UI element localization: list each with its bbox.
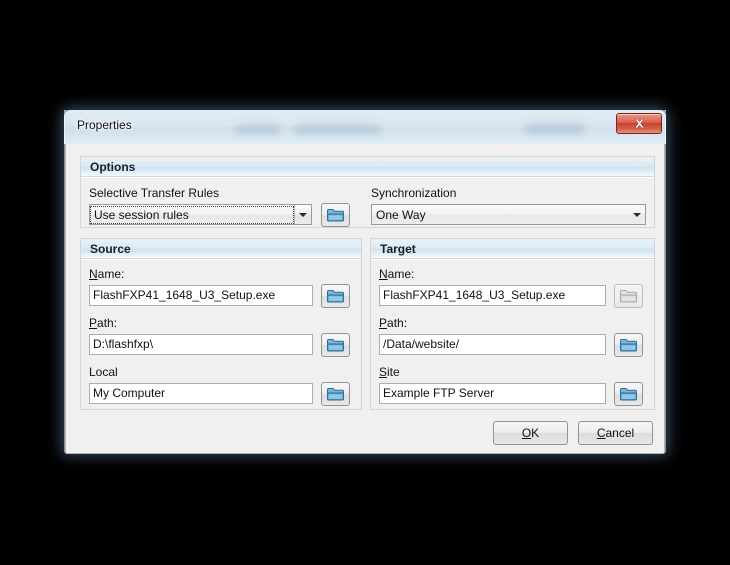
target-site-browse-button[interactable] <box>614 382 643 406</box>
options-group-body: Selective Transfer Rules Use session rul… <box>81 178 654 227</box>
selective-transfer-rules-browse-button[interactable] <box>321 203 350 227</box>
target-site-input[interactable]: Example FTP Server <box>379 383 606 404</box>
target-path-input[interactable]: /Data/website/ <box>379 334 606 355</box>
source-group-title: Source <box>90 241 131 256</box>
source-local-input[interactable]: My Computer <box>89 383 313 404</box>
synchronization-label: Synchronization <box>371 186 457 200</box>
source-group-body: Name: FlashFXP41_1648_U3_Setup.exe Path:… <box>81 260 361 409</box>
folder-icon <box>620 388 637 401</box>
source-name-browse-button[interactable] <box>321 284 350 308</box>
options-group: Options Selective Transfer Rules Use ses… <box>80 156 655 228</box>
folder-icon <box>327 290 344 303</box>
ok-button-label: OK <box>521 426 540 440</box>
synchronization-value: One Way <box>376 207 426 222</box>
source-local-browse-button[interactable] <box>321 382 350 406</box>
source-path-browse-button[interactable] <box>321 333 350 357</box>
cancel-button-label: Cancel <box>596 426 635 440</box>
source-local-label: Local <box>89 365 118 379</box>
dialog-title: Properties <box>77 118 132 132</box>
options-group-header: Options <box>81 157 654 177</box>
target-site-label: Site <box>379 365 400 379</box>
target-group-body: Name: FlashFXP41_1648_U3_Setup.exe Path:… <box>371 260 654 409</box>
folder-icon <box>327 388 344 401</box>
dialog-titlebar[interactable]: Properties <box>65 111 665 144</box>
target-path-label: Path: <box>379 316 408 330</box>
folder-icon-disabled <box>620 290 637 303</box>
target-name-browse-button <box>614 284 643 308</box>
target-name-label: Name: <box>379 267 415 281</box>
source-path-input[interactable]: D:\flashfxp\ <box>89 334 313 355</box>
target-path-browse-button[interactable] <box>614 333 643 357</box>
source-group: Source Name: FlashFXP41_1648_U3_Setup.ex… <box>80 238 362 410</box>
options-group-title: Options <box>90 159 136 174</box>
folder-icon <box>620 339 637 352</box>
source-name-label: Name: <box>89 267 125 281</box>
ok-button[interactable]: OK <box>493 421 568 445</box>
source-group-header: Source <box>81 239 361 259</box>
cancel-button[interactable]: Cancel <box>578 421 653 445</box>
close-window-button[interactable] <box>616 113 662 134</box>
source-name-input[interactable]: FlashFXP41_1648_U3_Setup.exe <box>89 285 313 306</box>
source-path-label: Path: <box>89 316 118 330</box>
folder-icon <box>327 339 344 352</box>
chevron-down-icon[interactable] <box>294 205 311 224</box>
target-group: Target Name: FlashFXP41_1648_U3_Setup.ex… <box>370 238 655 410</box>
chevron-down-icon[interactable] <box>628 205 645 224</box>
selective-transfer-rules-value: Use session rules <box>90 205 294 224</box>
dialog-client-area: Options Selective Transfer Rules Use ses… <box>65 144 665 454</box>
folder-icon <box>327 209 344 222</box>
selective-transfer-rules-label: Selective Transfer Rules <box>89 186 220 200</box>
selective-transfer-rules-combobox[interactable]: Use session rules <box>89 204 312 225</box>
target-group-header: Target <box>371 239 654 259</box>
properties-dialog: Properties Options Selective Transfer Ru… <box>64 110 666 454</box>
close-x-icon <box>634 118 644 129</box>
synchronization-combobox[interactable]: One Way <box>371 204 646 225</box>
target-name-input[interactable]: FlashFXP41_1648_U3_Setup.exe <box>379 285 606 306</box>
target-group-title: Target <box>380 241 416 256</box>
